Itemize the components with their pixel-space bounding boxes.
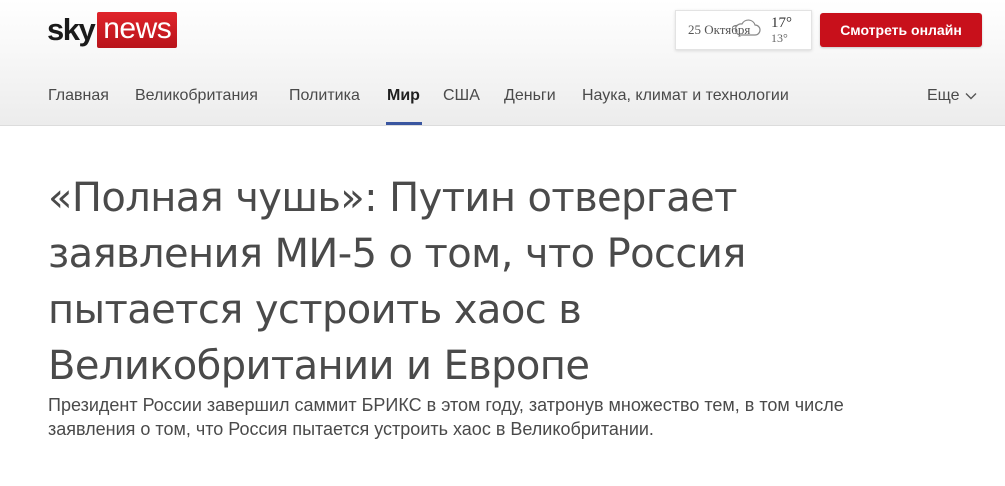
nav-item-world[interactable]: Мир	[387, 84, 420, 108]
nav-item-home[interactable]: Главная	[48, 84, 109, 108]
chevron-down-icon	[965, 93, 977, 100]
weather-low-temp: 13°	[771, 31, 788, 45]
site-header: sky news 25 Октября 17° 13° Смотреть онл…	[0, 0, 1005, 126]
nav-item-science[interactable]: Наука, климат и технологии	[582, 84, 789, 108]
logo-news-text: news	[97, 12, 178, 48]
article-standfirst: Президент России завершил саммит БРИКС в…	[48, 395, 844, 439]
nav-more-button[interactable]: Еще	[927, 84, 960, 108]
nav-item-politics[interactable]: Политика	[289, 84, 360, 108]
weather-high-temp: 17°	[771, 15, 792, 31]
sky-news-logo[interactable]: sky news	[47, 12, 178, 48]
logo-sky-text: sky	[47, 12, 96, 47]
nav-item-us[interactable]: США	[443, 84, 480, 108]
nav-item-money[interactable]: Деньги	[504, 84, 556, 108]
article-headline: «Полная чушь»: Путин отвергает заявления…	[48, 175, 746, 389]
main-nav: Главная Великобритания Политика Мир США …	[0, 84, 1005, 125]
nav-item-uk[interactable]: Великобритания	[135, 84, 258, 108]
watch-live-button[interactable]: Смотреть онлайн	[820, 13, 982, 47]
nav-active-indicator	[386, 122, 422, 125]
cloud-icon	[734, 19, 761, 36]
